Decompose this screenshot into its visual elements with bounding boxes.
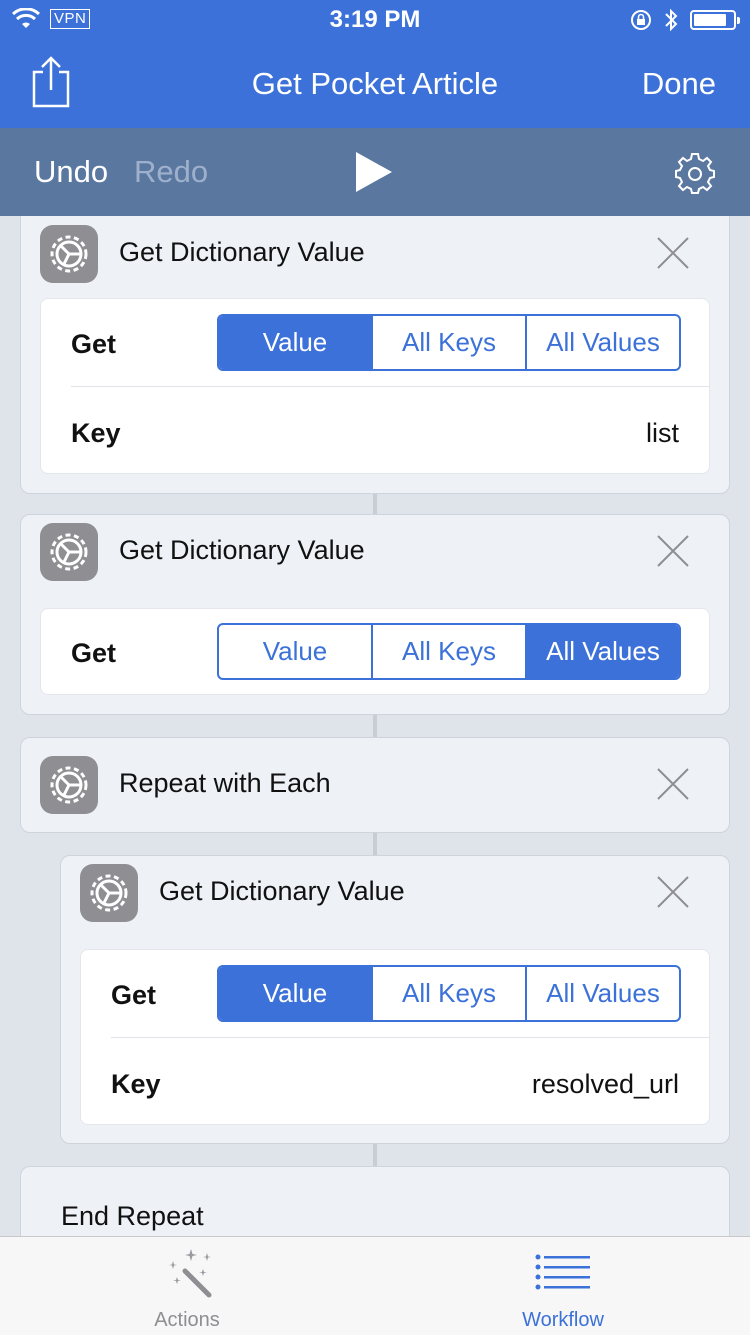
settings-gear-icon[interactable] xyxy=(674,152,716,194)
undo-button[interactable]: Undo xyxy=(34,154,108,190)
connector-line xyxy=(373,1144,377,1166)
tab-workflow[interactable]: Workflow xyxy=(463,1237,663,1335)
navigation-bar: Get Pocket Article Done xyxy=(0,40,750,128)
action-parameters: Get Value All Keys All Values xyxy=(40,608,710,695)
close-icon[interactable] xyxy=(655,533,691,569)
orientation-lock-icon xyxy=(631,10,651,30)
row-divider xyxy=(111,1037,709,1038)
segment-all-values[interactable]: All Values xyxy=(525,967,679,1020)
action-card-get-dictionary-value[interactable]: Get Dictionary Value Get Value All Keys … xyxy=(60,855,730,1144)
segment-all-keys[interactable]: All Keys xyxy=(371,316,525,369)
list-icon xyxy=(535,1254,590,1290)
segment-value[interactable]: Value xyxy=(219,316,371,369)
action-card-get-dictionary-value[interactable]: Get Dictionary Value Get Value All Keys … xyxy=(20,216,730,494)
action-card-get-dictionary-value[interactable]: Get Dictionary Value Get Value All Keys … xyxy=(20,514,730,715)
get-label: Get xyxy=(111,980,157,1010)
key-label: Key xyxy=(71,418,121,448)
action-title: Get Dictionary Value xyxy=(119,535,365,565)
segment-all-keys[interactable]: All Keys xyxy=(371,967,525,1020)
tab-bar: Actions Workflow xyxy=(0,1236,750,1335)
action-card-repeat-with-each[interactable]: Repeat with Each xyxy=(20,737,730,833)
key-label: Key xyxy=(111,1069,161,1099)
action-title: End Repeat xyxy=(61,1201,204,1231)
bluetooth-icon xyxy=(665,8,678,32)
action-gear-icon xyxy=(40,225,98,283)
key-value-field[interactable]: list xyxy=(646,418,679,449)
segment-all-values[interactable]: All Values xyxy=(525,625,679,678)
magic-wand-icon xyxy=(169,1249,212,1298)
action-card-end-repeat[interactable]: End Repeat xyxy=(20,1166,730,1236)
workflow-canvas: Get Dictionary Value Get Value All Keys … xyxy=(0,216,750,1236)
redo-button[interactable]: Redo xyxy=(134,154,208,190)
row-divider xyxy=(71,386,709,387)
close-icon[interactable] xyxy=(655,235,691,271)
segment-value[interactable]: Value xyxy=(219,625,371,678)
action-gear-icon xyxy=(40,523,98,581)
action-title: Get Dictionary Value xyxy=(159,876,405,906)
segment-all-keys[interactable]: All Keys xyxy=(371,625,525,678)
page-title: Get Pocket Article xyxy=(251,66,499,101)
tab-label: Actions xyxy=(154,1309,220,1331)
close-icon[interactable] xyxy=(655,874,691,910)
get-mode-segmented-control[interactable]: Value All Keys All Values xyxy=(217,965,681,1022)
done-button[interactable]: Done xyxy=(642,66,716,102)
action-title: Get Dictionary Value xyxy=(119,237,365,267)
get-label: Get xyxy=(71,329,117,359)
tab-label: Workflow xyxy=(522,1309,604,1331)
get-label: Get xyxy=(71,638,117,668)
close-icon[interactable] xyxy=(655,766,691,802)
action-gear-icon xyxy=(80,864,138,922)
get-mode-segmented-control[interactable]: Value All Keys All Values xyxy=(217,314,681,371)
segment-all-values[interactable]: All Values xyxy=(525,316,679,369)
play-icon[interactable] xyxy=(356,152,392,192)
editor-toolbar: Undo Redo xyxy=(0,128,750,216)
segment-value[interactable]: Value xyxy=(219,967,371,1020)
action-gear-icon xyxy=(40,756,98,814)
get-mode-segmented-control[interactable]: Value All Keys All Values xyxy=(217,623,681,680)
action-parameters: Get Value All Keys All Values Key list xyxy=(40,298,710,474)
status-bar: VPN 3:19 PM xyxy=(0,0,750,40)
connector-line xyxy=(373,494,377,514)
action-parameters: Get Value All Keys All Values Key resolv… xyxy=(80,949,710,1125)
tab-actions[interactable]: Actions xyxy=(87,1237,287,1335)
key-value-field[interactable]: resolved_url xyxy=(532,1069,679,1100)
connector-line xyxy=(373,715,377,737)
action-title: Repeat with Each xyxy=(119,768,331,798)
battery-icon xyxy=(690,10,740,30)
connector-line xyxy=(373,833,377,855)
